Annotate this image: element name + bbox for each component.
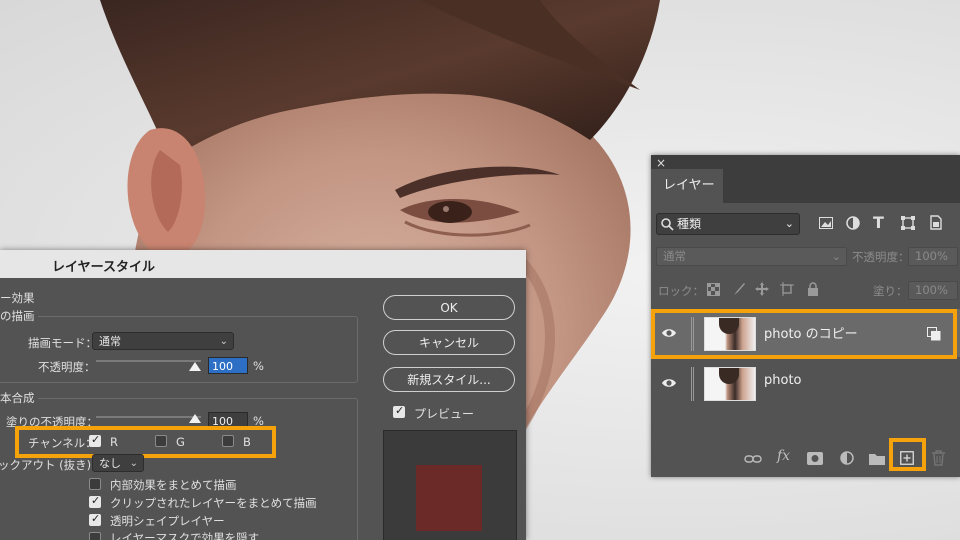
- option-label-clipped-layers: クリップされたレイヤーをまとめて描画: [110, 496, 317, 510]
- lock-label: ロック：: [658, 284, 704, 298]
- link-icon[interactable]: [744, 453, 762, 465]
- fill-opacity-slider-track[interactable]: [96, 416, 201, 418]
- preview-box: [383, 430, 517, 540]
- layer-style-dialog: レイヤースタイル ー効果 の描画 描画モード： 通常 ⌄ 不透明度： 100 %…: [0, 250, 526, 540]
- adjustment-filter-icon[interactable]: [846, 216, 860, 230]
- layer-blend-mode-select[interactable]: 通常 ⌄: [656, 247, 847, 266]
- section-advanced-label: 本合成: [0, 390, 38, 406]
- shape-filter-icon[interactable]: [901, 216, 915, 230]
- new-style-button[interactable]: 新規スタイル...: [383, 367, 515, 392]
- fx-icon[interactable]: fx: [777, 448, 790, 464]
- blend-mode-label: 描画モード：: [28, 336, 97, 350]
- opacity-slider-thumb[interactable]: [189, 362, 201, 371]
- knockout-label: ックアウト (抜き)：: [0, 458, 103, 472]
- layer-blend-mode-value: 通常: [663, 249, 686, 263]
- mask-icon[interactable]: [807, 452, 823, 465]
- layer-thumbnail: [704, 367, 756, 401]
- search-icon: [661, 218, 674, 231]
- layer-row-photo[interactable]: photo: [651, 359, 960, 407]
- fill-label: 塗り：: [873, 284, 908, 298]
- ok-button[interactable]: OK: [383, 295, 515, 320]
- layers-panel: × レイヤー 種類 ⌄ T 通常 ⌄ 不透明度： 100% ロック： 塗り： 1…: [651, 155, 960, 477]
- option-checkbox-clipped-layers[interactable]: [89, 494, 101, 508]
- channels-highlight: [15, 426, 276, 458]
- cancel-button[interactable]: キャンセル: [383, 330, 515, 355]
- trash-icon[interactable]: [932, 450, 945, 466]
- preview-checkbox[interactable]: [393, 404, 405, 418]
- layer-fill-input[interactable]: 100%: [908, 281, 958, 300]
- layers-panel-header: × レイヤー: [651, 155, 960, 203]
- dialog-title-bar[interactable]: レイヤースタイル: [0, 250, 526, 278]
- layer-name: photo: [764, 373, 802, 388]
- selected-layer-highlight: [651, 309, 957, 359]
- lock-transparent-icon[interactable]: [707, 283, 720, 296]
- section-draw-label: の描画: [0, 308, 38, 324]
- layer-opacity-input[interactable]: 100%: [908, 247, 958, 266]
- eye-icon[interactable]: [661, 375, 677, 391]
- option-label-layer-mask-hides: レイヤーマスクで効果を隠す: [110, 531, 260, 540]
- folder-icon[interactable]: [869, 452, 885, 465]
- blend-mode-select[interactable]: 通常 ⌄: [92, 332, 234, 350]
- layer-filter-select[interactable]: 種類 ⌄: [656, 213, 800, 235]
- preview-label: プレビュー: [414, 407, 475, 421]
- adjustment-icon[interactable]: [840, 451, 855, 466]
- option-label-inner-effects: 内部効果をまとめて描画: [110, 478, 237, 492]
- preview-swatch: [416, 465, 482, 531]
- brush-lock-icon[interactable]: [732, 282, 746, 296]
- smart-object-filter-icon[interactable]: [930, 215, 942, 230]
- section-effects-label: ー効果: [0, 291, 35, 305]
- move-lock-icon[interactable]: [755, 282, 769, 296]
- opacity-label: 不透明度：: [38, 360, 96, 374]
- close-icon[interactable]: ×: [656, 156, 666, 170]
- option-checkbox-inner-effects[interactable]: [89, 478, 101, 490]
- fill-opacity-slider-thumb[interactable]: [189, 414, 201, 423]
- image-filter-icon[interactable]: [819, 217, 833, 229]
- chevron-down-icon: ⌄: [784, 217, 794, 230]
- blend-mode-value: 通常: [99, 335, 121, 348]
- filter-kind-label: 種類: [677, 217, 702, 231]
- lock-all-icon[interactable]: [807, 282, 819, 296]
- chevron-down-icon: ⌄: [219, 336, 228, 347]
- option-checkbox-layer-mask-hides[interactable]: [89, 532, 101, 540]
- type-filter-icon[interactable]: T: [873, 213, 884, 232]
- layer-separator: [691, 367, 694, 401]
- new-layer-highlight: [889, 438, 926, 471]
- artboard-lock-icon[interactable]: [780, 282, 794, 296]
- knockout-select[interactable]: なし ⌄: [92, 454, 144, 472]
- option-checkbox-transparency-shapes[interactable]: [89, 512, 101, 526]
- option-label-transparency-shapes: 透明シェイプレイヤー: [110, 514, 225, 528]
- dialog-title: レイヤースタイル: [52, 260, 155, 275]
- opacity-percent: %: [253, 359, 264, 373]
- chevron-down-icon: ⌄: [129, 458, 138, 469]
- opacity-slider-track[interactable]: [96, 360, 201, 362]
- knockout-value: なし: [99, 457, 121, 470]
- chevron-down-icon: ⌄: [831, 250, 841, 263]
- opacity-input[interactable]: 100: [208, 357, 248, 374]
- tab-layers[interactable]: レイヤー: [651, 169, 723, 203]
- layer-opacity-label: 不透明度：: [852, 250, 910, 264]
